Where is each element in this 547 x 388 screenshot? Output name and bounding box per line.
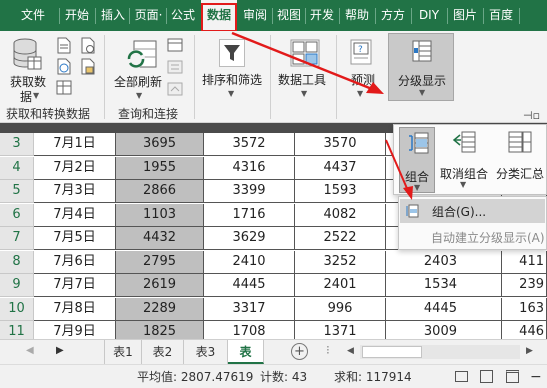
sheet-tab-bar: ◀ ▶ 表1 表2 表3 表 + ⁝ ◀ ▶ — [0, 339, 547, 364]
sheet-tab-active[interactable]: 表 — [228, 340, 264, 364]
add-sheet-icon[interactable]: + — [291, 343, 308, 360]
hscroll-right-icon[interactable]: ▶ — [526, 346, 533, 356]
zoom-out-icon[interactable]: − — [530, 365, 542, 388]
normal-view-icon[interactable] — [455, 371, 468, 382]
scroll-right-icon[interactable]: ▶ — [56, 345, 64, 356]
sheet-tab-2[interactable]: 表2 — [142, 340, 184, 364]
page-layout-view-icon[interactable] — [480, 370, 493, 383]
page-break-view-icon[interactable] — [506, 370, 519, 383]
sheet-tab-3[interactable]: 表3 — [184, 340, 228, 364]
scrollbar-thumb[interactable] — [362, 346, 422, 358]
hscroll-left-icon[interactable]: ◀ — [347, 346, 354, 356]
tab-split-handle[interactable]: ⁝ — [326, 343, 330, 357]
status-count: 计数: 43 — [260, 370, 308, 384]
status-average: 平均值: 2807.47619 — [137, 370, 254, 384]
sheet-tab-1[interactable]: 表1 — [104, 340, 142, 364]
status-sum: 求和: 117914 — [334, 370, 412, 384]
horizontal-scrollbar[interactable] — [360, 345, 520, 359]
scroll-left-icon[interactable]: ◀ — [26, 345, 34, 356]
status-bar: 平均值: 2807.47619 计数: 43 求和: 117914 − — [0, 364, 547, 388]
annotation-arrows — [231, 31, 413, 200]
